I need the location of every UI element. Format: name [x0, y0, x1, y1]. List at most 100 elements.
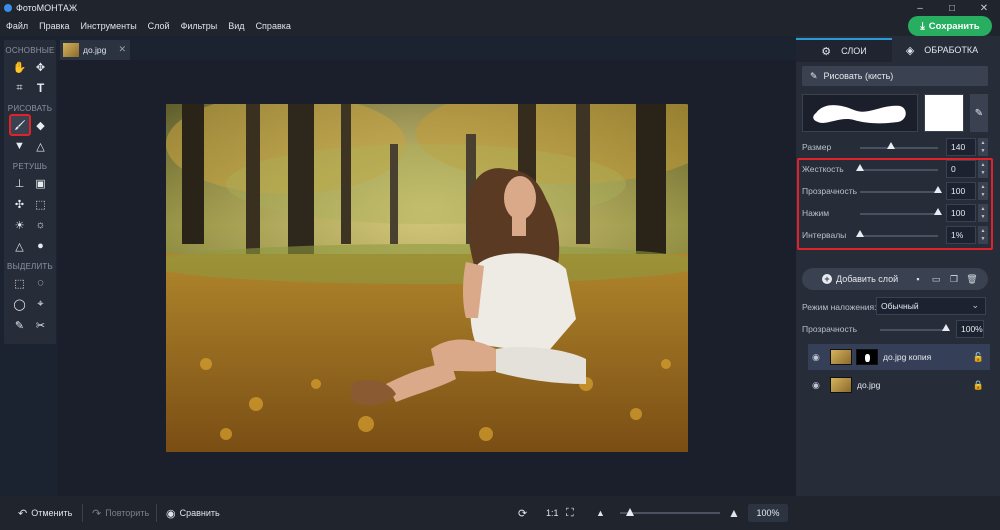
eyedropper-icon[interactable]: ✎ — [970, 94, 988, 132]
maximize-button[interactable]: □ — [936, 0, 968, 16]
param-opacity-knob[interactable] — [934, 186, 942, 193]
actual-size-button[interactable]: 1:1 — [546, 505, 559, 521]
zoom-slider-knob[interactable] — [626, 508, 634, 516]
close-window-button[interactable]: ✕ — [968, 0, 1000, 16]
eraser-icon[interactable]: ◆ — [31, 115, 51, 135]
brush-mode-button[interactable]: ✎ Рисовать (кисть) — [802, 66, 988, 86]
param-pressure-value[interactable]: 100 — [946, 204, 976, 222]
eye-icon: ◉ — [166, 507, 176, 520]
document-tab-bar: до.jpg ✕ — [58, 38, 796, 60]
zoom-out-button[interactable]: ▲ — [596, 505, 609, 521]
param-pressure-label: Нажим — [802, 208, 830, 218]
rect-select-icon[interactable]: ⬚ — [10, 273, 30, 293]
plus-icon: + — [822, 274, 832, 284]
layer-opacity-value[interactable]: 100% — [956, 320, 984, 338]
trash-icon[interactable]: 🗑 — [964, 273, 980, 285]
param-hardness-spinner[interactable]: ▲ ▼ — [978, 160, 988, 178]
photo-canvas[interactable] — [166, 104, 688, 452]
param-spacing-spinner[interactable]: ▲ ▼ — [978, 226, 988, 244]
compare-button[interactable]: ◉ Сравнить — [166, 505, 220, 521]
layer-opacity-slider[interactable] — [880, 324, 950, 331]
menu-filters[interactable]: Фильтры — [181, 21, 218, 31]
param-pressure-knob[interactable] — [934, 208, 942, 215]
param-spacing-knob[interactable] — [856, 230, 864, 237]
brush-icon[interactable] — [8, 114, 31, 136]
param-size-value[interactable]: 140 — [946, 138, 976, 156]
blur-drop-icon[interactable]: ● — [31, 236, 51, 256]
document-tab[interactable]: до.jpg ✕ — [60, 40, 130, 60]
layer-opacity-knob[interactable] — [942, 324, 950, 331]
shapes-icon[interactable]: △ — [31, 136, 51, 156]
blend-mode-select[interactable]: Обычный ⌄ — [876, 297, 986, 315]
param-spacing-slider[interactable] — [856, 230, 938, 237]
tab-processing-label: ОБРАБОТКА — [924, 45, 979, 55]
param-hardness-knob[interactable] — [856, 164, 864, 171]
tab-processing[interactable]: ◈ ОБРАБОТКА — [892, 38, 992, 62]
close-tab-icon[interactable]: ✕ — [118, 44, 126, 55]
redo-button[interactable]: ↷ Повторить — [92, 505, 149, 521]
crop-icon[interactable]: ⌗ — [10, 78, 30, 98]
hand-icon[interactable]: ✋ — [10, 57, 30, 77]
undo-button[interactable]: ↶ Отменить — [18, 505, 72, 521]
polygon-lasso-icon[interactable]: ⌖ — [31, 294, 51, 314]
menu-view[interactable]: Вид — [228, 21, 244, 31]
lasso-icon[interactable]: ◯ — [10, 294, 30, 314]
dodge-icon[interactable]: ☼ — [31, 215, 51, 235]
tab-layers[interactable]: ⚙ СЛОИ — [796, 38, 892, 62]
brush-preview[interactable] — [802, 94, 918, 132]
param-opacity-value[interactable]: 100 — [946, 182, 976, 200]
param-pressure-spinner[interactable]: ▲ ▼ — [978, 204, 988, 222]
eye-icon[interactable]: ◉ — [812, 380, 824, 391]
unlock-icon[interactable]: 🔓 — [973, 352, 984, 363]
menu-layer[interactable]: Слой — [148, 21, 170, 31]
param-pressure-slider[interactable] — [860, 208, 942, 215]
brush-color-swatch[interactable] — [924, 94, 964, 132]
brightness-icon[interactable]: ☀ — [10, 215, 30, 235]
brush-small-icon: ✎ — [810, 70, 818, 81]
patch-icon[interactable]: ▣ — [31, 173, 51, 193]
menu-tools[interactable]: Инструменты — [81, 21, 137, 31]
param-opacity-spinner[interactable]: ▲ ▼ — [978, 182, 988, 200]
param-size-slider[interactable] — [860, 142, 938, 149]
layer-item[interactable]: ◉ до.jpg 🔒 — [808, 372, 990, 398]
sharpen-icon[interactable]: △ — [10, 236, 30, 256]
mask-icon[interactable]: ▪ — [910, 273, 926, 285]
lock-icon[interactable]: 🔒 — [973, 380, 984, 391]
zoom-in-button[interactable]: ▲ — [728, 505, 744, 521]
rotate-button[interactable]: ⟳ — [518, 505, 531, 521]
layer-mask-thumbnail[interactable] — [856, 349, 878, 365]
param-size-spinner[interactable]: ▲ ▼ — [978, 138, 988, 156]
param-pressure: Нажим 100 ▲ ▼ — [802, 204, 994, 222]
param-size-knob[interactable] — [887, 142, 896, 149]
eye-icon[interactable]: ◉ — [812, 352, 824, 363]
mountain-small-icon: ▲ — [596, 508, 605, 518]
param-hardness-slider[interactable] — [856, 164, 938, 171]
fit-screen-button[interactable]: ⛶ — [566, 505, 578, 521]
ellipse-select-icon[interactable]: ◌ — [31, 273, 51, 293]
stamp-icon[interactable]: ⊥ — [10, 173, 30, 193]
move-icon[interactable]: ✥ — [31, 57, 51, 77]
brush-select-icon[interactable]: ✂ — [31, 315, 51, 335]
minimize-button[interactable]: – — [904, 0, 936, 16]
save-button[interactable]: ⤓ Сохранить — [908, 16, 992, 36]
param-opacity-slider[interactable] — [860, 186, 942, 193]
menu-edit[interactable]: Правка — [39, 21, 69, 31]
zoom-value[interactable]: 100% — [748, 504, 788, 522]
param-hardness-value[interactable]: 0 — [946, 160, 976, 178]
add-layer-button[interactable]: + Добавить слой ▪ ▭ ❐ 🗑 — [802, 268, 988, 290]
layer-thumbnail — [830, 349, 852, 365]
folder-icon[interactable]: ▭ — [928, 273, 944, 285]
param-spacing-value[interactable]: 1% — [946, 226, 976, 244]
layer-item[interactable]: ◉ до.jpg копия 🔓 — [808, 344, 990, 370]
zoom-slider[interactable] — [620, 508, 720, 516]
menu-help[interactable]: Справка — [256, 21, 291, 31]
menu-file[interactable]: Файл — [6, 21, 28, 31]
magic-select-icon[interactable]: ✎ — [10, 315, 30, 335]
canvas-area[interactable] — [58, 60, 796, 496]
healing-icon[interactable]: ✣ — [10, 194, 30, 214]
duplicate-icon[interactable]: ❐ — [946, 273, 962, 285]
fill-icon[interactable]: ▼ — [10, 136, 30, 156]
text-icon[interactable]: T — [31, 78, 51, 98]
document-thumbnail — [63, 43, 79, 57]
frame-icon[interactable]: ⬚ — [31, 194, 51, 214]
